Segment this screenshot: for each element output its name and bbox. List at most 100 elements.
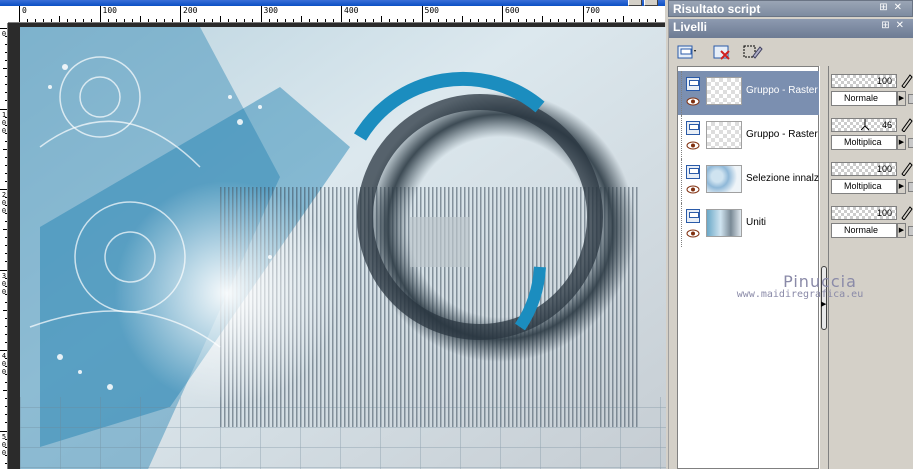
blend-mode-dropdown-icon[interactable]: ▶ [897,223,906,238]
tree-line [681,115,682,159]
ruler-tick [518,19,520,22]
blend-mode-dropdown-icon[interactable]: ▶ [897,135,906,150]
panel-splitter[interactable]: ▶ [819,66,829,469]
blend-mode-dropdown-icon[interactable]: ▶ [897,91,906,106]
ruler-tick [268,19,270,22]
layer-name[interactable]: Selezione innalzata [746,173,820,184]
opacity-field[interactable]: 100 [831,74,897,88]
lock-icon[interactable] [908,182,913,192]
watermark: Pinuccia www.maidiregrafica.eu [700,272,900,300]
eye-visibility-icon[interactable] [686,229,700,238]
ruler-tick [574,19,576,22]
ruler-label: 100 [102,6,117,15]
splitter-arrow-icon[interactable]: ▶ [821,300,826,308]
canvas-area[interactable] [8,23,666,469]
ruler-tick [155,19,157,22]
opacity-field[interactable]: 100 [831,206,897,220]
ruler-tick [469,19,471,22]
ruler-tick [614,19,616,22]
blend-mode-select[interactable]: Normale [831,91,897,106]
ruler-tick [485,19,487,22]
ruler-label: 0 [22,6,27,15]
panel-pin-close-icons[interactable]: ⊞✕ [879,2,908,13]
ruler-tick [5,237,7,239]
ruler-tick [397,19,399,22]
ruler-tick [357,19,359,22]
layer-name[interactable]: Uniti [746,217,820,228]
ruler-tick [43,19,45,22]
ruler-tick [3,68,7,70]
lock-icon[interactable] [908,226,913,236]
ruler-tick [5,406,7,408]
edit-selection-icon[interactable] [741,41,763,63]
ruler-tick [3,390,7,392]
lock-icon[interactable] [908,94,913,104]
layer-row[interactable]: Gruppo - Raster 1 [678,71,820,115]
ruler-tick [196,19,198,22]
ruler-tick [204,19,206,22]
ruler-tick [493,19,495,22]
ruler-corner [0,6,8,23]
eye-visibility-icon[interactable] [686,97,700,106]
layer-properties: 100 Normale ▶ [831,72,913,116]
blend-mode-dropdown-icon[interactable]: ▶ [897,179,906,194]
ruler-tick [5,422,7,424]
tree-line [681,71,682,115]
ruler-label: 400 [344,6,359,15]
blend-mode-select[interactable]: Normale [831,223,897,238]
layer-name[interactable]: Gruppo - Raster 1 [746,129,820,140]
layer-row[interactable]: Selezione innalzata [678,159,820,203]
ruler-label: 600 [505,6,520,15]
ruler-tick [421,6,423,22]
layer-list[interactable]: Gruppo - Raster 1 Gruppo - Raster 1 Sele… [677,66,820,469]
ruler-tick [405,19,407,22]
ruler-tick [3,309,7,311]
ruler-tick [5,76,7,78]
eye-visibility-icon[interactable] [686,141,700,150]
ruler-tick [0,28,7,29]
panel-pin-close-icons[interactable]: ⊞✕ [881,20,910,31]
ruler-tick [188,19,190,22]
ruler-tick [5,398,7,400]
layers-panel-title: Livelli [673,20,708,34]
ruler-tick [332,19,334,22]
ruler-tick [59,16,61,22]
ruler-tick [341,6,342,22]
pen-icon[interactable] [900,72,913,88]
ruler-tick [5,172,7,174]
ruler-tick [35,19,37,22]
artwork-canvas[interactable] [20,27,666,469]
ruler-tick [324,19,326,22]
tree-line [681,159,682,203]
ruler-label: 500 [424,6,439,15]
pen-icon[interactable] [900,204,913,220]
opacity-value: 100 [876,76,892,86]
lock-icon[interactable] [908,138,913,148]
ruler-tick [5,382,7,384]
ruler-tick [654,19,656,22]
tree-line [681,203,682,247]
opacity-slider-marker[interactable] [861,119,869,131]
ruler-tick [0,350,7,351]
blend-mode-select[interactable]: Moltiplica [831,135,897,150]
eye-visibility-icon[interactable] [686,185,700,194]
new-layer-icon[interactable] [675,41,697,63]
layer-row[interactable]: Uniti [678,203,820,247]
ruler-tick [630,19,632,22]
ruler-tick [99,6,101,22]
ruler-tick [5,341,7,343]
pen-icon[interactable] [900,116,913,132]
watermark-url: www.maidiregrafica.eu [736,289,864,300]
ruler-tick [5,164,7,166]
layer-properties: 100 Normale ▶ [831,204,913,248]
ruler-tick [477,19,479,22]
delete-layer-icon[interactable] [711,41,733,63]
opacity-value: 46 [881,120,892,130]
layer-row[interactable]: Gruppo - Raster 1 [678,115,820,159]
opacity-field[interactable]: 100 [831,162,897,176]
ruler-tick [0,189,7,190]
blend-mode-select[interactable]: Moltiplica [831,179,897,194]
pen-icon[interactable] [900,160,913,176]
layer-name[interactable]: Gruppo - Raster 1 [746,85,820,96]
ruler-tick [180,6,181,22]
